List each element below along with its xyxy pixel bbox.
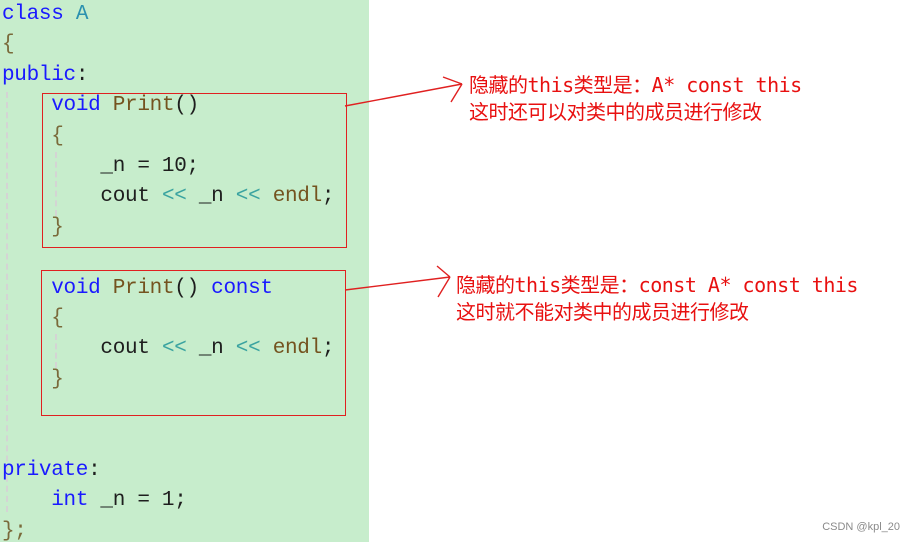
annotation-const-line2: 这时就不能对类中的成员进行修改 bbox=[456, 300, 749, 324]
annotation-const-line1: 隐藏的this类型是：const A* const this bbox=[456, 273, 858, 297]
arrow-const bbox=[344, 265, 451, 298]
arrow-non-const bbox=[344, 76, 463, 107]
annotation-non-const-line2: 这时还可以对类中的成员进行修改 bbox=[469, 100, 762, 124]
watermark: CSDN @kpl_20 bbox=[822, 521, 900, 533]
annotation-non-const-line1: 隐藏的this类型是：A* const this bbox=[469, 73, 802, 97]
